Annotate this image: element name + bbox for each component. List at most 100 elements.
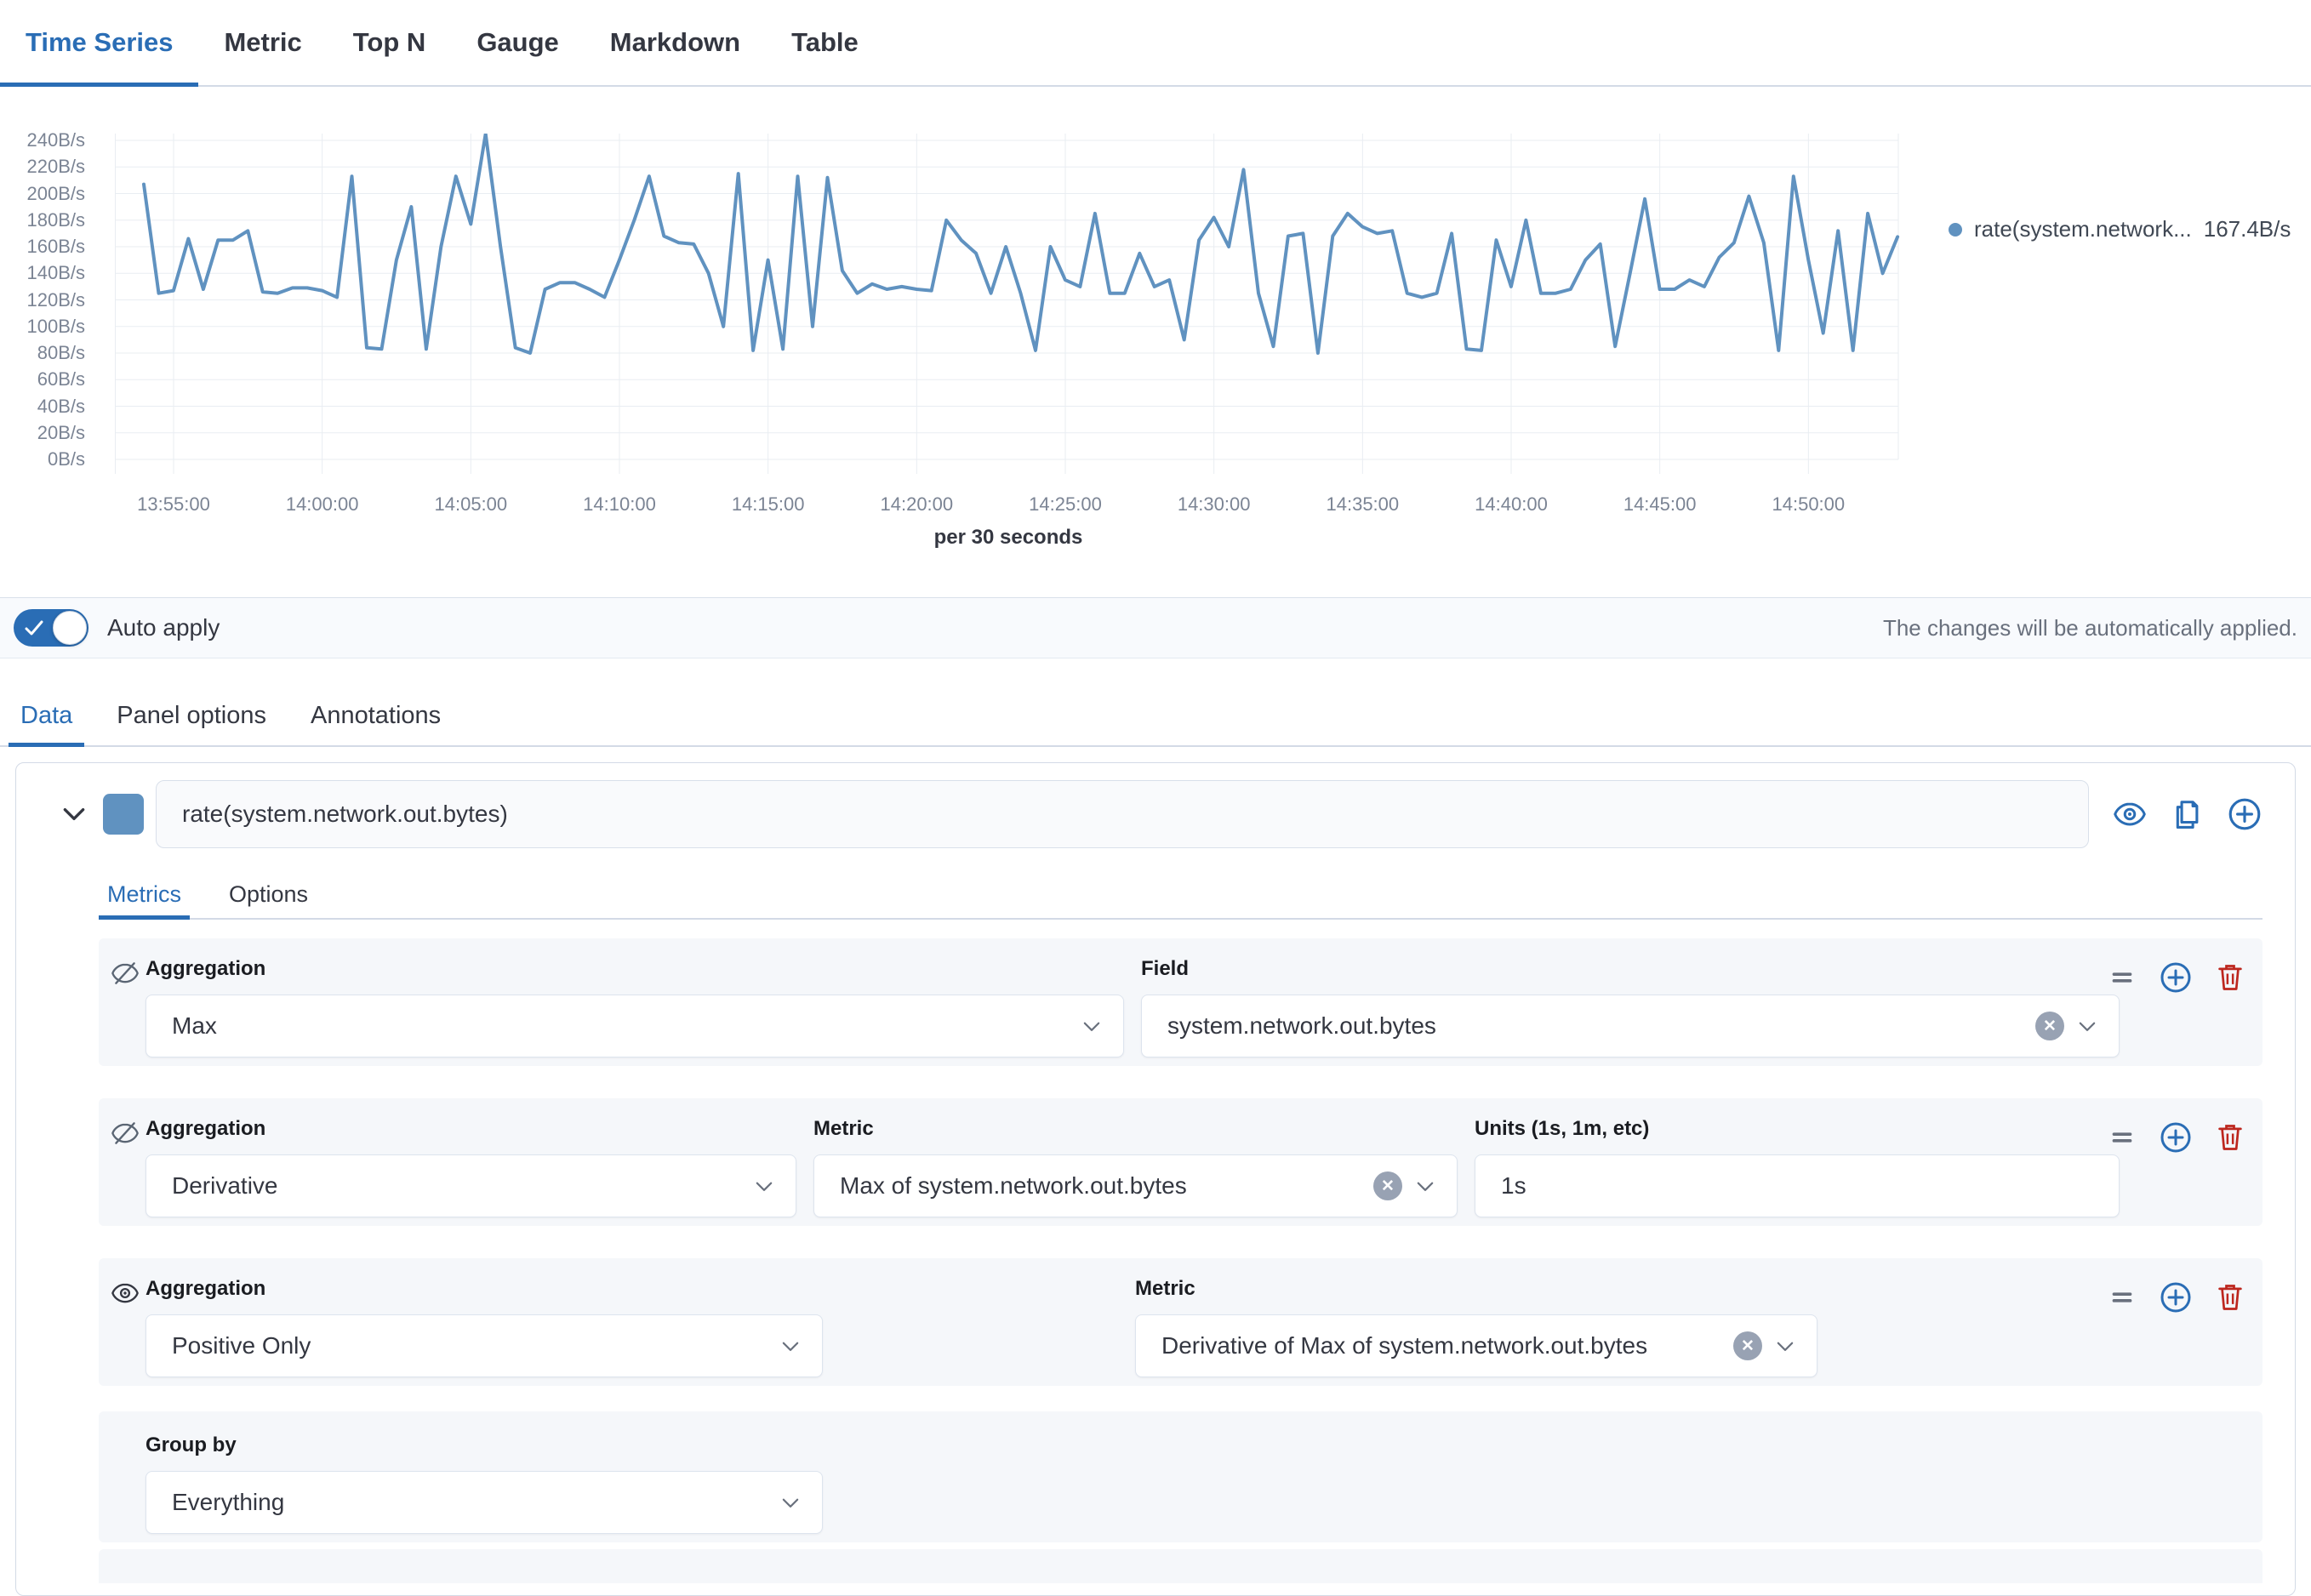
x-tick-label: 14:15:00 (700, 493, 836, 516)
field-combobox[interactable]: system.network.out.bytes ✕ (1141, 995, 2120, 1057)
aggregation-select[interactable]: Max (146, 995, 1124, 1057)
eye-slash-icon (111, 959, 140, 988)
tab-options[interactable]: Options (220, 870, 317, 918)
aggregation-select[interactable]: Derivative (146, 1154, 796, 1217)
tab-metrics[interactable]: Metrics (99, 870, 190, 918)
drag-handle-icon[interactable] (2108, 1123, 2137, 1152)
clone-series-button[interactable] (2171, 798, 2203, 830)
toggle-series-visibility-button[interactable] (2113, 797, 2147, 831)
delete-metric-button[interactable] (2215, 962, 2245, 993)
trash-icon (2215, 962, 2245, 993)
field-label: Field (1141, 957, 2120, 981)
tab-markdown[interactable]: Markdown (585, 0, 766, 85)
plus-circle-icon (2159, 1280, 2193, 1314)
units-label: Units (1s, 1m, etc) (1475, 1117, 2120, 1141)
x-tick-label: 14:00:00 (254, 493, 391, 516)
time-series-chart: 0B/s20B/s40B/s60B/s80B/s100B/s120B/s140B… (0, 87, 2311, 565)
y-tick-label: 120B/s (27, 289, 86, 311)
series-label-input[interactable] (156, 780, 2089, 848)
aggregation-group: Aggregation Positive Only (146, 1277, 823, 1377)
row-actions (2108, 1120, 2245, 1154)
group-by-group: Group by Everything (146, 1434, 823, 1534)
series-color-swatch[interactable] (103, 794, 144, 835)
add-metric-button[interactable] (2159, 1280, 2193, 1314)
tsvb-editor: { "top_tabs": [ {"label": "Time Series",… (0, 0, 2311, 1557)
clear-selection-icon[interactable]: ✕ (1733, 1331, 1762, 1360)
y-tick-label: 0B/s (48, 448, 85, 470)
metric-group: Metric Derivative of Max of system.netwo… (1135, 1277, 1817, 1377)
tab-time-series[interactable]: Time Series (0, 0, 198, 85)
chevron-down-icon (779, 1335, 802, 1357)
drag-handle-icon[interactable] (2108, 1283, 2137, 1312)
add-metric-button[interactable] (2159, 1120, 2193, 1154)
legend-series-dot-icon (1949, 223, 1962, 237)
metric-row-positive-only: Aggregation Positive Only Metric Derivat… (99, 1258, 2262, 1386)
tab-panel-options[interactable]: Panel options (105, 686, 278, 745)
eye-icon (2113, 797, 2147, 831)
metric-row-derivative: Aggregation Derivative Metric Max of sys… (99, 1098, 2262, 1226)
tab-metric[interactable]: Metric (198, 0, 327, 85)
x-tick-label: 14:45:00 (1592, 493, 1728, 516)
delete-metric-button[interactable] (2215, 1282, 2245, 1313)
group-by-select[interactable]: Everything (146, 1471, 823, 1534)
series-tabbar: Metrics Options (99, 870, 2262, 920)
auto-apply-toggle[interactable] (14, 609, 88, 647)
tab-annotations[interactable]: Annotations (299, 686, 453, 745)
metric-row-max: Aggregation Max Field system.network.out… (99, 938, 2262, 1066)
x-tick-label: 14:10:00 (551, 493, 688, 516)
aggregation-group: Aggregation Max (146, 957, 1124, 1057)
units-input[interactable] (1475, 1154, 2120, 1217)
copy-icon (2171, 798, 2203, 830)
metric-label: Metric (813, 1117, 1458, 1141)
toggle-knob (53, 611, 87, 645)
y-tick-label: 200B/s (27, 183, 86, 205)
delete-metric-button[interactable] (2215, 1122, 2245, 1153)
metric-label: Metric (1135, 1277, 1817, 1301)
x-tick-label: 14:30:00 (1146, 493, 1282, 516)
plus-circle-icon (2227, 796, 2262, 832)
chevron-down-icon (1414, 1175, 1436, 1197)
chevron-down-icon[interactable] (57, 797, 91, 831)
tab-data[interactable]: Data (9, 686, 84, 745)
chevron-down-icon (753, 1175, 775, 1197)
chart-legend[interactable]: rate(system.network... 167.4B/s (1949, 216, 2291, 242)
aggregation-label: Aggregation (146, 957, 1124, 981)
series-actions (2113, 796, 2262, 832)
group-by-panel: Group by Everything (99, 1411, 2262, 1542)
aggregation-group: Aggregation Derivative (146, 1117, 796, 1217)
aggregation-label: Aggregation (146, 1277, 823, 1301)
check-icon (24, 618, 44, 637)
row-actions (2108, 960, 2245, 995)
y-axis: 0B/s20B/s40B/s60B/s80B/s100B/s120B/s140B… (0, 87, 100, 565)
tab-gauge[interactable]: Gauge (451, 0, 584, 85)
metric-combobox[interactable]: Derivative of Max of system.network.out.… (1135, 1314, 1817, 1377)
clear-selection-icon[interactable]: ✕ (1373, 1171, 1402, 1200)
units-group: Units (1s, 1m, etc) (1475, 1117, 2120, 1217)
x-tick-label: 14:25:00 (997, 493, 1133, 516)
aggregation-label: Aggregation (146, 1117, 796, 1141)
metric-group: Metric Max of system.network.out.bytes ✕ (813, 1117, 1458, 1217)
drag-handle-icon[interactable] (2108, 963, 2137, 992)
y-tick-label: 140B/s (27, 262, 86, 284)
y-tick-label: 220B/s (27, 156, 86, 178)
auto-apply-message: The changes will be automatically applie… (1883, 615, 2297, 641)
tab-table[interactable]: Table (766, 0, 884, 85)
aggregation-select[interactable]: Positive Only (146, 1314, 823, 1377)
metric-combobox[interactable]: Max of system.network.out.bytes ✕ (813, 1154, 1458, 1217)
visualization-tabbar: Time Series Metric Top N Gauge Markdown … (0, 0, 2311, 87)
add-metric-button[interactable] (2159, 960, 2193, 995)
add-series-button[interactable] (2227, 796, 2262, 832)
tab-top-n[interactable]: Top N (328, 0, 452, 85)
x-tick-label: 13:55:00 (106, 493, 242, 516)
metric-rows: Aggregation Max Field system.network.out… (99, 938, 2262, 1583)
y-tick-label: 100B/s (27, 316, 86, 338)
next-section-panel (99, 1549, 2262, 1583)
y-tick-label: 180B/s (27, 209, 86, 231)
x-tick-label: 14:05:00 (402, 493, 539, 516)
legend-series-label: rate(system.network... (1974, 216, 2192, 242)
clear-selection-icon[interactable]: ✕ (2035, 1012, 2064, 1040)
group-by-label: Group by (146, 1434, 823, 1457)
field-group: Field system.network.out.bytes ✕ (1141, 957, 2120, 1057)
y-tick-label: 20B/s (37, 422, 85, 444)
eye-icon (111, 1279, 140, 1308)
